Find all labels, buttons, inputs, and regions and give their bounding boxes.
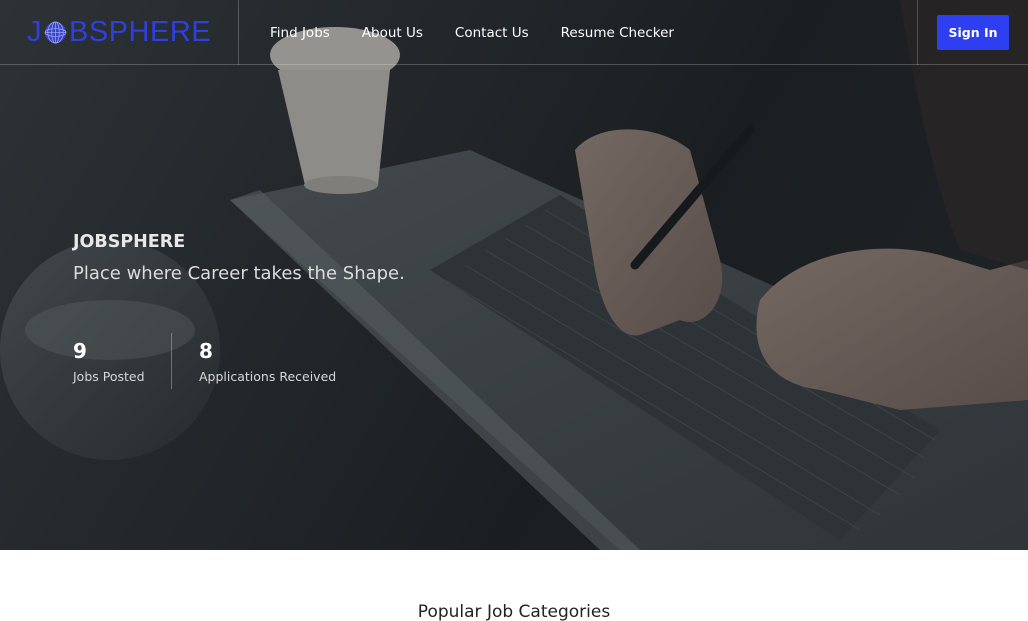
section-title-popular-categories: Popular Job Categories (417, 602, 611, 621)
top-navbar: J BSPHERE Find Jobs About Us Contact Us … (0, 0, 1028, 65)
stat-jobs-posted: 9 Jobs Posted (73, 339, 145, 384)
globe-icon (44, 21, 67, 44)
hero-subtitle: Place where Career takes the Shape. (73, 263, 405, 284)
brand-wordmark: J BSPHERE (27, 16, 211, 49)
stat-label: Jobs Posted (73, 369, 145, 384)
stat-applications-received: 8 Applications Received (199, 339, 336, 384)
stat-value: 8 (199, 339, 213, 363)
nav-resume-checker[interactable]: Resume Checker (561, 25, 674, 41)
stat-divider (171, 333, 172, 389)
sign-in-button[interactable]: Sign In (937, 15, 1009, 50)
hero-title: JOBSPHERE (73, 232, 186, 252)
brand-prefix: J (27, 16, 42, 48)
nav-find-jobs[interactable]: Find Jobs (270, 25, 330, 41)
nav-links: Find Jobs About Us Contact Us Resume Che… (270, 0, 706, 65)
brand-suffix: BSPHERE (69, 16, 212, 48)
nav-contact-us[interactable]: Contact Us (455, 25, 529, 41)
stat-value: 9 (73, 339, 87, 363)
brand-logo[interactable]: J BSPHERE (0, 0, 239, 65)
stat-label: Applications Received (199, 369, 337, 384)
nav-about-us[interactable]: About Us (362, 25, 423, 41)
